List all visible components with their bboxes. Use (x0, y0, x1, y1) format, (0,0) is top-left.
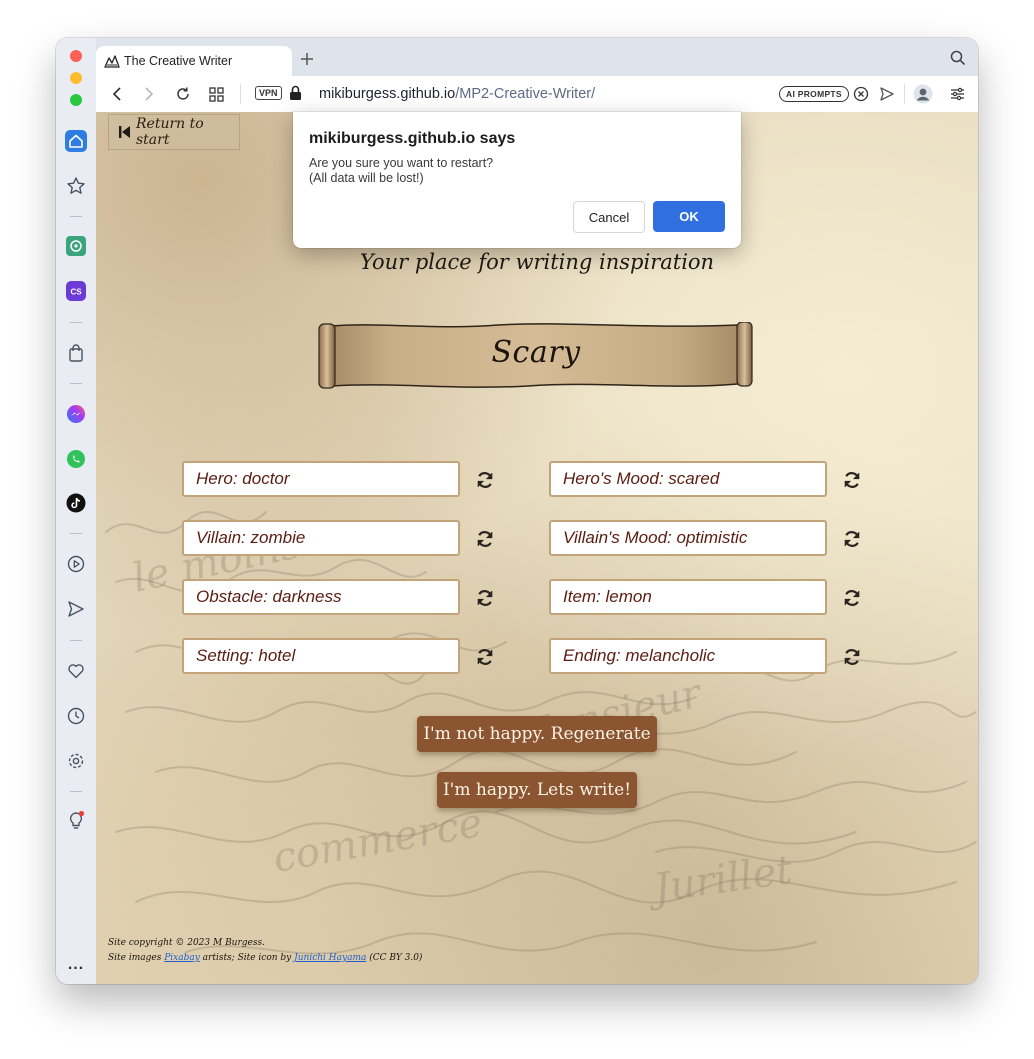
settings-sliders-icon[interactable] (947, 84, 967, 104)
page-tagline: Your place for writing inspiration (359, 250, 715, 274)
ok-button[interactable]: OK (653, 201, 725, 232)
play-icon[interactable] (65, 553, 87, 575)
search-tabs-icon[interactable] (950, 50, 966, 71)
lets-write-button[interactable]: I'm happy. Lets write! (437, 772, 637, 808)
nav-divider (240, 84, 241, 104)
dialog-message: Are you sure you want to restart? (All d… (309, 156, 493, 186)
hero-field[interactable]: Hero: doctor (182, 461, 460, 497)
villain-field[interactable]: Villain: zombie (182, 520, 460, 556)
genre-scroll: Scary (318, 321, 754, 390)
icon-author-link[interactable]: Junichi Hayama (294, 953, 366, 963)
url-field[interactable]: mikiburgess.github.io/MP2-Creative-Write… (319, 86, 595, 102)
skip-back-icon (119, 126, 130, 138)
confirm-dialog: mikiburgess.github.io says Are you sure … (293, 112, 741, 248)
regenerate-button[interactable]: I'm not happy. Regenerate (417, 716, 657, 752)
back-icon[interactable] (107, 84, 127, 104)
return-to-start-button[interactable]: Return to start (108, 114, 240, 150)
url-path: /MP2-Creative-Writer/ (455, 86, 596, 102)
footer-images-prefix: Site images (108, 953, 165, 963)
sidebar-divider (70, 640, 82, 641)
tab-title: The Creative Writer (124, 54, 233, 68)
minimize-window-button[interactable] (70, 72, 82, 84)
svg-text:Jurillet: Jurillet (644, 847, 796, 913)
sidebar-divider (70, 533, 82, 534)
shopping-bag-icon[interactable] (65, 342, 87, 364)
address-bar: VPN mikiburgess.github.io/MP2-Creative-W… (96, 76, 978, 113)
footer-images-mid: artists; Site icon by (199, 953, 295, 963)
svg-text:commerce: commerce (270, 800, 486, 882)
dialog-message-line2: (All data will be lost!) (309, 171, 424, 185)
footer-copyright: Site copyright © 2023 M Burgess. (108, 938, 265, 948)
maximize-window-button[interactable] (70, 94, 82, 106)
refresh-setting-icon[interactable] (474, 646, 496, 668)
cs-icon[interactable]: CS (65, 280, 87, 302)
whatsapp-icon[interactable] (65, 448, 87, 470)
refresh-ending-icon[interactable] (841, 646, 863, 668)
refresh-item-icon[interactable] (841, 587, 863, 609)
close-window-button[interactable] (70, 50, 82, 62)
hero-mood-field[interactable]: Hero's Mood: scared (549, 461, 827, 497)
home-icon[interactable] (65, 130, 87, 152)
gear-icon[interactable] (65, 750, 87, 772)
quill-icon (104, 54, 120, 68)
setting-field[interactable]: Setting: hotel (182, 638, 460, 674)
chatgpt-icon[interactable] (65, 235, 87, 257)
send-icon[interactable] (65, 598, 87, 620)
return-to-start-label: Return to start (136, 116, 204, 148)
obstacle-field[interactable]: Obstacle: darkness (182, 579, 460, 615)
ending-field[interactable]: Ending: melancholic (549, 638, 827, 674)
page-footer: Site copyright © 2023 M Burgess. Site im… (108, 936, 422, 966)
url-domain: mikiburgess.github.io (319, 86, 456, 102)
sidebar-divider (70, 791, 82, 792)
sidebar-divider (70, 216, 82, 217)
ai-prompts-button[interactable]: AI PROMPTS (779, 86, 849, 102)
tiktok-icon[interactable] (65, 492, 87, 514)
sidebar-divider (70, 322, 82, 323)
refresh-obstacle-icon[interactable] (474, 587, 496, 609)
tiles-icon[interactable] (206, 84, 226, 104)
new-tab-button[interactable] (300, 50, 314, 70)
villain-mood-field[interactable]: Villain's Mood: optimistic (549, 520, 827, 556)
heart-icon[interactable] (65, 660, 87, 682)
cancel-button[interactable]: Cancel (573, 201, 645, 233)
pixabay-link[interactable]: Pixabay (164, 953, 200, 963)
vpn-badge[interactable]: VPN (255, 86, 282, 100)
footer-credits: Site images Pixabay artists; Site icon b… (108, 951, 422, 966)
genre-title: Scary (491, 335, 581, 370)
profile-avatar-icon[interactable] (913, 84, 933, 104)
nav-divider (904, 84, 905, 104)
lock-icon[interactable] (289, 85, 302, 106)
refresh-villain-mood-icon[interactable] (841, 528, 863, 550)
svg-text:CS: CS (70, 288, 82, 297)
sidebar-divider (70, 383, 82, 384)
browser-sidebar: CS ... (56, 38, 97, 984)
messenger-icon[interactable] (65, 403, 87, 425)
refresh-villain-icon[interactable] (474, 528, 496, 550)
tab-creative-writer[interactable]: The Creative Writer (96, 46, 292, 76)
star-icon[interactable] (65, 175, 87, 197)
browser-window: CS ... The Creative Writer VPN mikiburge… (56, 38, 978, 984)
tab-bar: The Creative Writer (96, 38, 978, 76)
refresh-hero-mood-icon[interactable] (841, 469, 863, 491)
item-field[interactable]: Item: lemon (549, 579, 827, 615)
dialog-message-line1: Are you sure you want to restart? (309, 156, 494, 170)
send-page-icon[interactable] (877, 84, 897, 104)
dialog-title: mikiburgess.github.io says (309, 130, 516, 147)
lightbulb-icon[interactable] (65, 810, 87, 832)
reload-icon[interactable] (173, 84, 193, 104)
close-circle-icon[interactable] (851, 84, 871, 104)
refresh-hero-icon[interactable] (474, 469, 496, 491)
more-icon[interactable]: ... (65, 954, 87, 976)
forward-icon[interactable] (139, 84, 159, 104)
footer-license: (CC BY 3.0) (366, 953, 423, 963)
clock-icon[interactable] (65, 705, 87, 727)
